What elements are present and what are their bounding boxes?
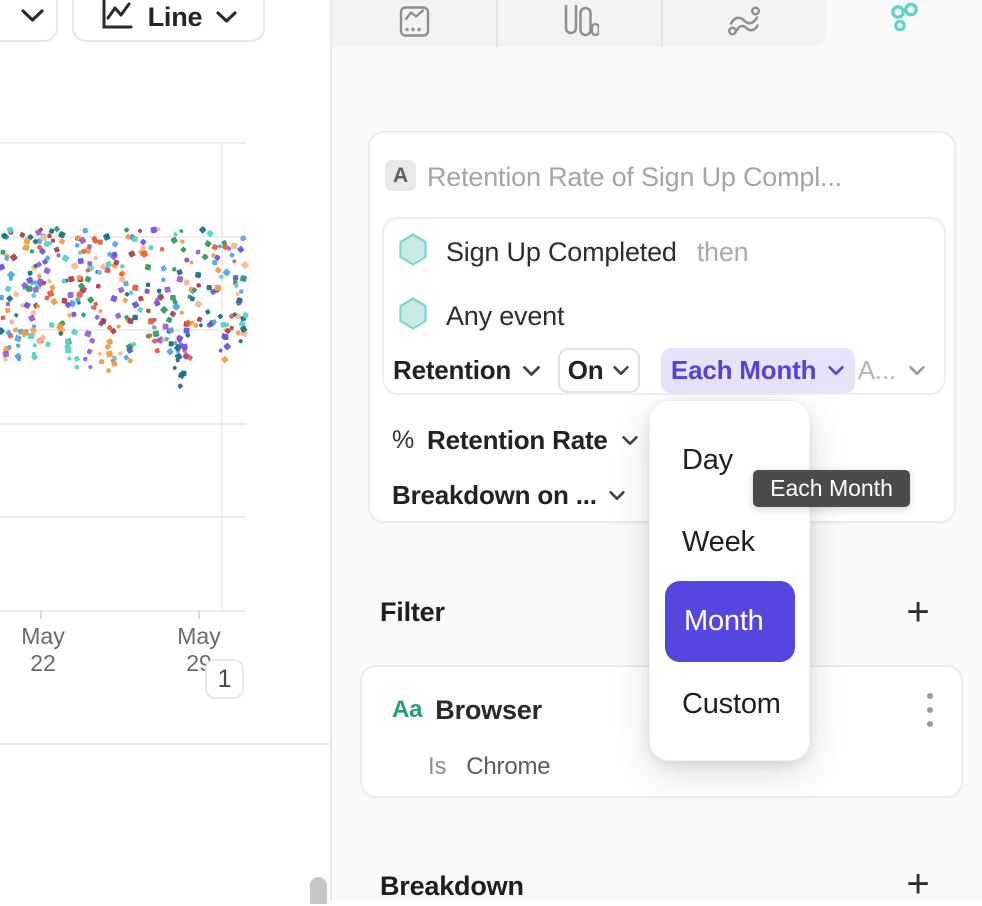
- chevron-down-icon: [608, 490, 626, 501]
- filter-section-title: Filter: [380, 597, 445, 628]
- event-name: Sign Up Completed: [446, 237, 677, 268]
- framed-chart-icon: [399, 5, 430, 43]
- menu-item-month-selected[interactable]: Month: [665, 581, 795, 662]
- menu-item-day[interactable]: Day: [682, 444, 733, 477]
- query-panel: A Retention Rate of Sign Up Compl... Sig…: [332, 0, 982, 900]
- interval-menu: Day Week Month Custom: [649, 400, 810, 761]
- chevron-down-icon: [612, 365, 630, 376]
- retention-mode-label: Retention: [393, 355, 511, 386]
- breakdown-on-dropdown[interactable]: Breakdown on ...: [392, 479, 626, 511]
- scatter-dots-icon: [886, 20, 922, 37]
- event-name: Any event: [446, 301, 564, 332]
- hexagon-icon: [398, 233, 428, 271]
- analytics-app: { "chart_data": { "type": "scatter", "x_…: [0, 0, 982, 900]
- add-filter-button[interactable]: +: [898, 592, 938, 632]
- string-type-icon: Aa: [392, 696, 422, 724]
- tab-flow-view[interactable]: [662, 0, 826, 47]
- filter-operator-dropdown[interactable]: Is: [428, 753, 446, 781]
- add-breakdown-button[interactable]: +: [898, 864, 938, 904]
- interval-label: Each Month: [671, 355, 816, 386]
- chevron-down-icon: [621, 435, 639, 446]
- truncated-label: A...: [858, 355, 896, 386]
- breakdown-section-title: Breakdown: [380, 871, 524, 902]
- pagination-page-button[interactable]: 1: [205, 659, 244, 699]
- on-dropdown[interactable]: On: [558, 348, 640, 393]
- metric-row: % Retention Rate <: [392, 424, 670, 456]
- left-pane-divider: [0, 743, 331, 745]
- query-title-input[interactable]: Retention Rate of Sign Up Compl...: [427, 162, 842, 193]
- kebab-menu-icon[interactable]: [922, 691, 938, 729]
- menu-item-custom[interactable]: Custom: [682, 688, 781, 721]
- event-row-first[interactable]: Sign Up Completed then: [398, 234, 748, 270]
- metric-dropdown[interactable]: Retention Rate: [427, 425, 608, 456]
- filter-value-dropdown[interactable]: Chrome: [466, 753, 550, 781]
- interval-tooltip: Each Month: [753, 470, 910, 507]
- truncated-dropdown[interactable]: A...: [858, 355, 926, 386]
- retention-mode-dropdown[interactable]: Retention: [393, 355, 541, 386]
- retention-controls-row: Retention On Each Month: [393, 348, 934, 393]
- tab-chart-view[interactable]: [332, 0, 496, 47]
- events-card: Sign Up Completed then Any event Retenti…: [382, 217, 946, 395]
- percent-symbol: %: [392, 426, 414, 455]
- tab-scatter-view[interactable]: [886, 2, 922, 38]
- breakdown-on-label: Breakdown on ...: [392, 480, 597, 511]
- chevron-down-icon: [908, 365, 926, 376]
- hexagon-icon: [398, 297, 428, 335]
- bar-chart-icon: [562, 5, 599, 42]
- event-suffix: then: [697, 237, 749, 268]
- series-badge: A: [385, 160, 416, 191]
- chevron-down-icon: [827, 365, 845, 376]
- flow-icon: [727, 5, 761, 42]
- event-row-return[interactable]: Any event: [398, 298, 584, 334]
- tab-bars-view[interactable]: [498, 0, 662, 47]
- filter-property-row[interactable]: Aa Browser: [392, 693, 542, 727]
- on-label: On: [568, 355, 604, 386]
- menu-item-week[interactable]: Week: [682, 526, 755, 559]
- x-axis-tick-label: May 22: [7, 623, 79, 677]
- interval-dropdown[interactable]: Each Month: [661, 348, 855, 393]
- filter-property-label: Browser: [435, 695, 542, 726]
- view-tabbar: [332, 0, 826, 47]
- chevron-down-icon: [522, 365, 541, 377]
- filter-condition-row: Is Chrome: [428, 752, 550, 782]
